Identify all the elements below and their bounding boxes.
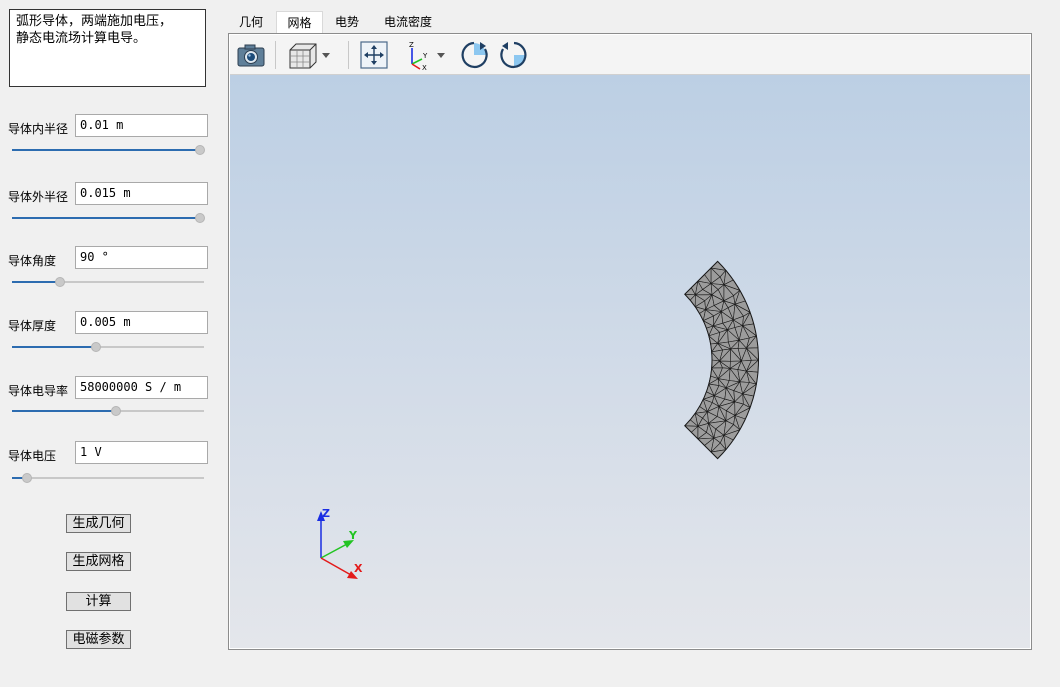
conductivity-slider[interactable] xyxy=(12,405,204,417)
view-panel: Z Y X Z Y X xyxy=(228,33,1032,650)
tab-potential[interactable]: 电势 xyxy=(330,11,364,33)
generate-geometry-button[interactable]: 生成几何 xyxy=(66,514,131,533)
thickness-slider[interactable] xyxy=(12,341,204,353)
slider-handle[interactable] xyxy=(55,277,65,287)
outer-radius-field[interactable]: 0.015 m xyxy=(75,182,208,205)
voltage-field[interactable]: 1 V xyxy=(75,441,208,464)
3d-viewport[interactable]: Z Y X xyxy=(230,75,1030,648)
inner-radius-slider[interactable] xyxy=(12,144,206,156)
param-label-conductivity: 导体电导率 xyxy=(8,384,69,398)
description-line-2: 静态电流场计算电导。 xyxy=(16,31,147,46)
view-toolbar: Z Y X xyxy=(230,35,1030,75)
param-label-angle: 导体角度 xyxy=(8,254,57,268)
axes-icon[interactable]: Z Y X xyxy=(400,40,450,72)
angle-field[interactable]: 90 ° xyxy=(75,246,208,269)
axes-triad: Z Y X xyxy=(317,507,363,579)
description-box: 弧形导体，两端施加电压， 静态电流场计算电导。 xyxy=(9,9,206,87)
rotate-cw-icon[interactable] xyxy=(458,40,490,70)
cube-view-icon[interactable] xyxy=(286,40,334,70)
mesh-view: Z Y X xyxy=(317,260,759,579)
param-label-voltage: 导体电压 xyxy=(8,449,57,463)
compute-button[interactable]: 计算 xyxy=(66,592,131,611)
fit-view-icon[interactable] xyxy=(358,40,390,70)
param-label-inner-radius: 导体内半径 xyxy=(8,122,69,136)
description-line-1: 弧形导体，两端施加电压， xyxy=(16,14,173,29)
slider-handle[interactable] xyxy=(91,342,102,352)
generate-mesh-button[interactable]: 生成网格 xyxy=(66,552,131,571)
tab-mesh[interactable]: 网格 xyxy=(276,11,323,33)
svg-text:Z: Z xyxy=(409,41,414,49)
svg-text:Y: Y xyxy=(422,52,428,60)
arc-conductor-mesh xyxy=(684,260,759,460)
rotate-ccw-icon[interactable] xyxy=(498,40,530,70)
voltage-slider[interactable] xyxy=(12,472,204,484)
camera-icon[interactable] xyxy=(235,40,267,70)
inner-radius-field[interactable]: 0.01 m xyxy=(75,114,208,137)
slider-handle[interactable] xyxy=(110,406,121,416)
em-params-button[interactable]: 电磁参数 xyxy=(66,630,131,649)
axis-z-label: Z xyxy=(322,507,330,520)
axis-y-label: Y xyxy=(348,529,358,542)
thickness-field[interactable]: 0.005 m xyxy=(75,311,208,334)
slider-handle[interactable] xyxy=(195,213,206,223)
param-label-thickness: 导体厚度 xyxy=(8,319,57,333)
slider-handle[interactable] xyxy=(195,145,206,155)
axis-x-label: X xyxy=(354,562,363,575)
svg-text:X: X xyxy=(422,64,427,70)
param-label-outer-radius: 导体外半径 xyxy=(8,190,69,204)
slider-handle[interactable] xyxy=(22,473,33,483)
angle-slider[interactable] xyxy=(12,276,204,288)
outer-radius-slider[interactable] xyxy=(12,212,206,224)
conductivity-field[interactable]: 58000000 S / m xyxy=(75,376,208,399)
tab-geometry[interactable]: 几何 xyxy=(234,11,268,33)
tab-current-density[interactable]: 电流密度 xyxy=(378,11,438,33)
